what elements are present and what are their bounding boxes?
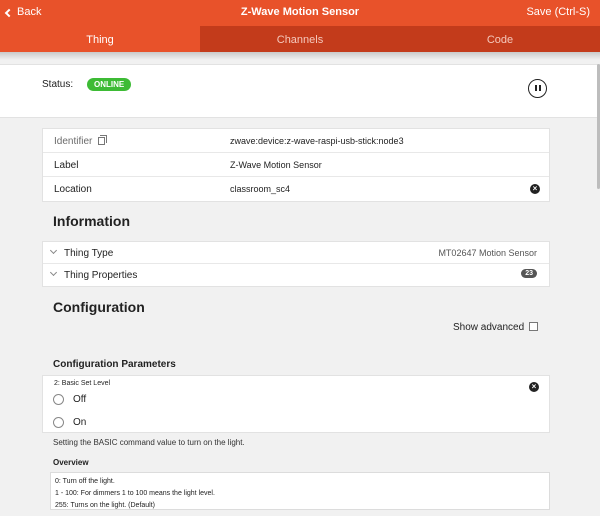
radio-on-label: On (73, 417, 87, 428)
label-field[interactable]: Z-Wave Motion Sensor (230, 160, 322, 170)
show-advanced-checkbox[interactable] (529, 322, 538, 331)
thing-type-row[interactable]: Thing Type MT02647 Motion Sensor (43, 242, 549, 264)
copy-icon[interactable] (98, 135, 108, 145)
radio-option-off[interactable]: Off (53, 394, 86, 405)
location-field[interactable]: classroom_sc4 (230, 184, 290, 194)
param-label: 2: Basic Set Level (54, 380, 111, 387)
configuration-parameters-title: Configuration Parameters (53, 359, 176, 370)
tab-bar-shadow (0, 52, 600, 60)
overview-line: 255: Turns on the light. (Default) (55, 502, 155, 509)
label-row[interactable]: Label Z-Wave Motion Sensor (43, 153, 549, 177)
radio-off-label: Off (73, 394, 87, 405)
status-badge: ONLINE (87, 78, 132, 91)
configuration-title: Configuration (53, 299, 145, 315)
label-label: Label (54, 160, 79, 171)
page-title: Z-Wave Motion Sensor (240, 6, 360, 18)
show-advanced-label: Show advanced (453, 322, 525, 333)
radio-option-on[interactable]: On (53, 417, 86, 428)
radio-off[interactable] (53, 394, 64, 405)
thing-details-list: Identifier zwave:device:z-wave-raspi-usb… (42, 128, 550, 202)
identifier-value: zwave:device:z-wave-raspi-usb-stick:node… (230, 136, 404, 146)
information-list: Thing Type MT02647 Motion Sensor Thing P… (42, 241, 550, 287)
thing-properties-label: Thing Properties (64, 270, 138, 281)
overview-line: 0: Turn off the light. (55, 478, 115, 485)
identifier-label: Identifier (54, 135, 108, 147)
thing-type-value: MT02647 Motion Sensor (438, 248, 537, 258)
save-button[interactable]: Save (Ctrl-S) (526, 6, 590, 18)
param-description: Setting the BASIC command value to turn … (53, 438, 245, 447)
clear-location-icon[interactable]: × (530, 184, 540, 194)
basic-set-level-param: 2: Basic Set Level × Off On (42, 375, 550, 433)
pause-icon[interactable] (528, 79, 547, 98)
identifier-label-text: Identifier (54, 136, 93, 147)
properties-count-badge: 23 (521, 269, 537, 278)
overview-box: 0: Turn off the light. 1 - 100: For dimm… (50, 472, 550, 510)
information-title: Information (53, 213, 130, 229)
thing-properties-row[interactable]: Thing Properties 23 (43, 264, 549, 286)
chevron-down-icon (49, 246, 58, 255)
clear-param-icon[interactable]: × (529, 382, 539, 392)
chevron-down-icon (49, 268, 58, 277)
thing-type-label: Thing Type (64, 248, 114, 259)
location-row[interactable]: Location classroom_sc4 × (43, 177, 549, 201)
status-label: Status: (42, 79, 74, 90)
radio-on[interactable] (53, 417, 64, 428)
tab-code[interactable]: Code (400, 26, 600, 52)
overview-title: Overview (53, 458, 89, 467)
overview-line: 1 - 100: For dimmers 1 to 100 means the … (55, 490, 215, 497)
top-navbar: Back Z-Wave Motion Sensor Save (Ctrl-S) (0, 0, 600, 26)
identifier-row: Identifier zwave:device:z-wave-raspi-usb… (43, 129, 549, 153)
location-label: Location (54, 184, 92, 195)
tab-bar: Thing Channels Code (0, 26, 600, 52)
tab-channels[interactable]: Channels (200, 26, 400, 52)
status-panel: Status: ONLINE (0, 64, 600, 118)
tab-thing[interactable]: Thing (0, 26, 200, 52)
